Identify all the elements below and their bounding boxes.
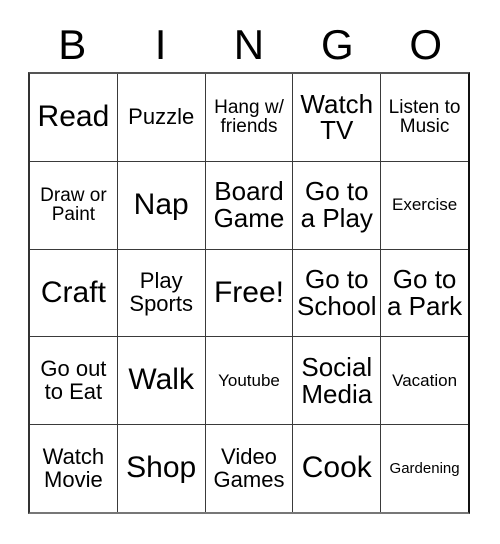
bingo-cell[interactable]: Video Games	[204, 425, 293, 512]
bingo-free-space[interactable]: Free!	[204, 249, 293, 337]
bingo-row: Draw or Paint Nap Board Game Go to a Play Ex…	[30, 160, 468, 249]
bingo-cell[interactable]: Nap	[116, 161, 205, 249]
bingo-row: Read Puzzle Hang w/ friends Watch TV Listen …	[30, 74, 468, 161]
bingo-row: Craft Play Sports Free! Go to School Go to a…	[30, 248, 468, 337]
bingo-cell[interactable]: Play Sports	[116, 249, 205, 337]
bingo-cell[interactable]: Walk	[116, 337, 205, 425]
bingo-cell[interactable]: Vacation	[380, 337, 468, 425]
header-letter-o: O	[409, 21, 443, 68]
bingo-cell[interactable]: Puzzle	[116, 74, 205, 161]
bingo-cell[interactable]: Hang w/ friends	[204, 74, 293, 161]
bingo-cell[interactable]: Read	[30, 74, 117, 161]
bingo-cell[interactable]: Go to a Play	[292, 161, 380, 249]
header-letter-n: N	[233, 21, 265, 68]
bingo-header: B I N G O	[28, 18, 470, 72]
bingo-cell[interactable]: Social Media	[292, 337, 380, 425]
bingo-cell[interactable]: Draw or Paint	[30, 162, 117, 249]
bingo-cell[interactable]: Listen to Music	[380, 74, 468, 161]
bingo-cell[interactable]: Cook	[292, 425, 380, 512]
bingo-row: Go out to Eat Walk Youtube Social Media Vaca…	[30, 336, 468, 425]
bingo-cell[interactable]: Watch TV	[292, 74, 380, 161]
bingo-cell[interactable]: Craft	[30, 250, 117, 337]
header-letter-g: G	[321, 21, 354, 68]
header-letter-b: B	[58, 21, 87, 68]
bingo-cell[interactable]: Go to School	[292, 249, 380, 337]
bingo-cell[interactable]: Youtube	[204, 337, 293, 425]
header-letter-i: I	[154, 21, 167, 68]
bingo-cell[interactable]: Exercise	[380, 161, 468, 249]
bingo-card: B I N G O Read Puzzle Hang w/ friends Watch…	[0, 0, 500, 544]
bingo-cell[interactable]: Shop	[116, 425, 205, 512]
bingo-cell[interactable]: Board Game	[204, 161, 293, 249]
bingo-row: Watch Movie Shop Video Games Cook Gardening	[30, 424, 468, 512]
bingo-cell[interactable]: Watch Movie	[30, 425, 117, 512]
bingo-cell[interactable]: Go to a Park	[380, 249, 468, 337]
bingo-cell[interactable]: Gardening	[380, 425, 468, 512]
bingo-grid: Read Puzzle Hang w/ friends Watch TV Listen …	[28, 72, 470, 514]
bingo-cell[interactable]: Go out to Eat	[30, 337, 117, 424]
